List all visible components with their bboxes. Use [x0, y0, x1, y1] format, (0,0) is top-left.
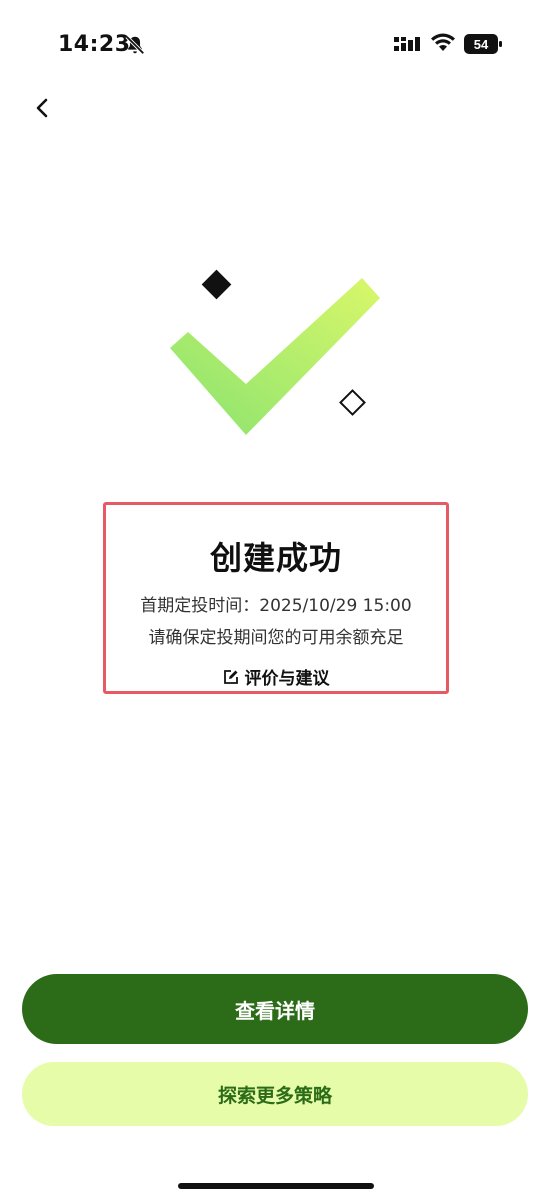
view-details-button[interactable]: 查看详情	[22, 974, 528, 1044]
battery-icon: 54	[464, 34, 502, 54]
status-time: 14:23	[58, 32, 131, 57]
result-message-panel: 创建成功 首期定投时间：2025/10/29 15:00 请确保定投期间您的可用…	[103, 502, 449, 694]
edit-icon	[223, 669, 238, 684]
bell-slash-icon	[125, 35, 145, 55]
explore-more-strategies-button[interactable]: 探索更多策略	[22, 1062, 528, 1126]
battery-level: 54	[474, 37, 489, 52]
wifi-icon	[431, 33, 455, 51]
signal-icon	[394, 37, 420, 51]
balance-notice: 请确保定投期间您的可用余额充足	[148, 628, 404, 648]
page-title: 创建成功	[209, 539, 342, 577]
diamond-outline-icon	[339, 389, 366, 416]
chevron-left-icon	[36, 98, 48, 118]
feedback-label: 评价与建议	[244, 669, 330, 689]
status-bar: 14:23 54	[0, 0, 551, 90]
back-button[interactable]	[26, 92, 58, 124]
success-illustration	[170, 269, 380, 435]
first-investment-time: 首期定投时间：2025/10/29 15:00	[140, 596, 412, 616]
home-indicator	[178, 1183, 374, 1189]
feedback-link[interactable]: 评价与建议	[106, 664, 446, 689]
diamond-filled-icon	[201, 269, 232, 300]
